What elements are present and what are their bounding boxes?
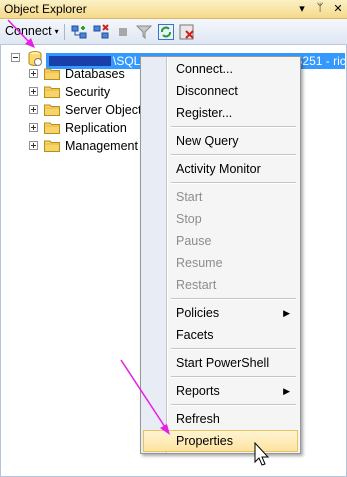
server-context-menu: Connect... Disconnect Register... New Qu… bbox=[140, 56, 301, 454]
menu-item-stop: Stop bbox=[176, 212, 202, 226]
folder-icon bbox=[44, 86, 60, 98]
menu-separator bbox=[171, 126, 296, 128]
submenu-arrow-icon: ▶ bbox=[283, 386, 290, 396]
object-explorer-title-bar: Object Explorer ▾ ᛘ ✕ bbox=[0, 0, 347, 19]
menu-item-new-query[interactable]: New Query bbox=[143, 130, 298, 152]
menu-item-register[interactable]: Register... bbox=[143, 102, 298, 124]
refresh-icon[interactable] bbox=[157, 23, 175, 41]
folder-icon bbox=[44, 68, 60, 80]
menu-item-connect[interactable]: Connect... bbox=[143, 58, 298, 80]
menu-separator bbox=[171, 298, 296, 300]
menu-item-reports[interactable]: Reports ▶ bbox=[143, 380, 298, 402]
start-powershell-icon[interactable] bbox=[178, 23, 196, 41]
tree-node-label: Server Objects bbox=[65, 103, 148, 117]
window-title: Object Explorer bbox=[4, 2, 87, 16]
tree-node-server-objects[interactable]: Server Objects bbox=[0, 101, 148, 119]
tree-node-security[interactable]: Security bbox=[0, 83, 140, 101]
menu-item-reports-label: Reports bbox=[176, 384, 220, 398]
filter-icon[interactable] bbox=[135, 23, 153, 41]
menu-item-refresh[interactable]: Refresh bbox=[143, 408, 298, 430]
menu-item-properties[interactable]: Properties bbox=[143, 430, 298, 452]
object-explorer-toolbar: Connect ▾ bbox=[0, 19, 347, 45]
menu-item-resume: Resume bbox=[176, 256, 223, 270]
tree-node-replication[interactable]: Replication bbox=[0, 119, 140, 137]
tree-node-label: Management bbox=[65, 139, 138, 153]
expand-toggle-icon[interactable] bbox=[29, 105, 38, 114]
menu-item-policies[interactable]: Policies ▶ bbox=[143, 302, 298, 324]
tree-node-databases[interactable]: Databases bbox=[0, 65, 140, 83]
menu-separator bbox=[171, 154, 296, 156]
menu-separator bbox=[171, 182, 296, 184]
dropdown-arrow-icon[interactable]: ▾ bbox=[296, 2, 308, 15]
menu-separator bbox=[171, 376, 296, 378]
menu-item-restart: Restart bbox=[176, 278, 217, 292]
expand-toggle-icon[interactable] bbox=[29, 141, 38, 150]
connect-label: Connect bbox=[5, 24, 52, 38]
connect-button[interactable]: Connect ▾ bbox=[5, 24, 59, 38]
expand-toggle-icon[interactable] bbox=[29, 69, 38, 78]
expand-toggle-icon[interactable] bbox=[29, 87, 38, 96]
connect-object-explorer-icon[interactable] bbox=[70, 23, 88, 41]
disconnect-icon[interactable] bbox=[92, 23, 110, 41]
menu-item-start-powershell[interactable]: Start PowerShell bbox=[143, 352, 298, 374]
toolbar-separator bbox=[64, 24, 65, 40]
menu-item-facets[interactable]: Facets bbox=[143, 324, 298, 346]
tree-node-label: Security bbox=[65, 85, 111, 99]
tree-node-label: Databases bbox=[65, 67, 125, 81]
menu-item-policies-label: Policies bbox=[176, 306, 220, 320]
submenu-arrow-icon: ▶ bbox=[283, 308, 290, 318]
menu-separator bbox=[171, 348, 296, 350]
close-icon[interactable]: ✕ bbox=[332, 2, 344, 15]
folder-icon bbox=[44, 140, 60, 152]
menu-item-start: Start bbox=[176, 190, 203, 204]
menu-item-pause: Pause bbox=[176, 234, 212, 248]
pin-icon[interactable]: ᛘ bbox=[314, 2, 326, 15]
tree-node-management[interactable]: Management bbox=[0, 137, 140, 155]
collapse-toggle-icon[interactable] bbox=[11, 53, 20, 62]
tree-node-label: Replication bbox=[65, 121, 127, 135]
menu-separator bbox=[171, 404, 296, 406]
folder-icon bbox=[44, 122, 60, 134]
menu-item-activity-monitor[interactable]: Activity Monitor bbox=[143, 158, 298, 180]
stop-icon[interactable] bbox=[114, 23, 132, 41]
expand-toggle-icon[interactable] bbox=[29, 123, 38, 132]
connect-dropdown-arrow-icon[interactable]: ▾ bbox=[55, 27, 59, 36]
menu-item-disconnect[interactable]: Disconnect bbox=[143, 80, 298, 102]
folder-icon bbox=[44, 104, 60, 116]
